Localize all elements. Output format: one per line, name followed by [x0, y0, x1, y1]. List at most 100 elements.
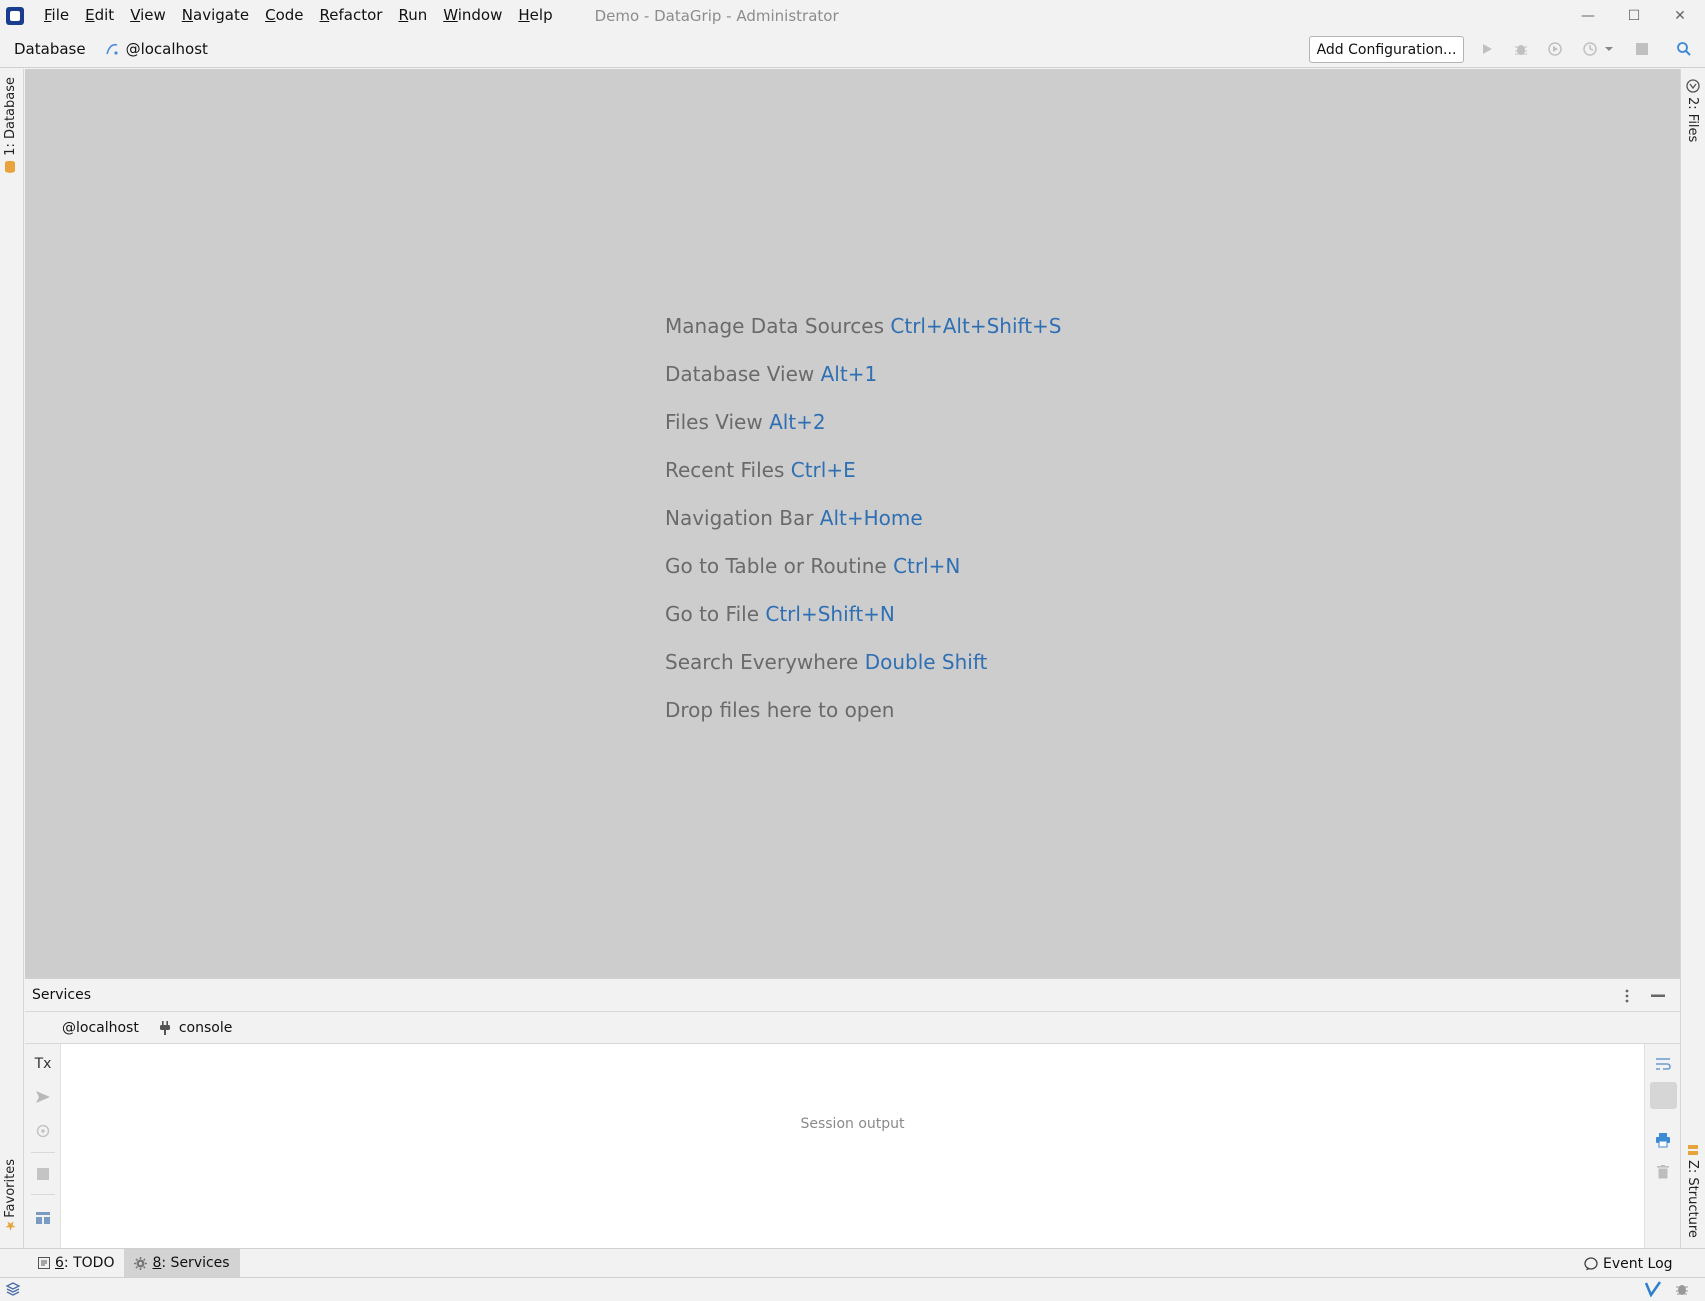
files-tool-tab[interactable]: 2: Files [1685, 79, 1700, 142]
hint-shortcut: Alt+1 [820, 362, 878, 386]
menu-code[interactable]: Code [257, 0, 311, 31]
event-log-button[interactable]: Event Log [1574, 1249, 1683, 1278]
stop-icon[interactable] [1632, 39, 1652, 59]
structure-tool-tab[interactable]: Z: Structure [1685, 1144, 1700, 1238]
menu-window-label: indow [457, 6, 503, 24]
rollback-icon[interactable] [33, 1121, 53, 1141]
inspection-widget-icon[interactable] [1674, 1281, 1690, 1297]
right-tool-strip: 2: Files Z: Structure [1680, 69, 1705, 1248]
tab-services[interactable]: 8: Services [124, 1248, 240, 1278]
breadcrumb-database-label: Database [14, 40, 86, 58]
toggle-tool-windows-icon[interactable] [5, 1281, 21, 1297]
services-tab-localhost[interactable]: @localhost [62, 1020, 139, 1036]
profiler-icon[interactable] [1580, 39, 1600, 59]
hint-shortcut: Alt+Home [819, 506, 923, 530]
tab-services-label: : Services [161, 1255, 230, 1271]
layout-icon[interactable] [33, 1208, 53, 1228]
datagrip-logo-icon[interactable] [6, 6, 24, 25]
menu-view-mnemonic: V [130, 6, 141, 24]
menu-view[interactable]: View [122, 0, 174, 31]
database-icon [5, 160, 16, 173]
breadcrumb-database[interactable]: Database [14, 40, 86, 58]
menu-navigate[interactable]: Navigate [174, 0, 257, 31]
favorites-tool-tab-label: Favorites [3, 1159, 18, 1218]
tab-todo[interactable]: 6: TODO [28, 1249, 124, 1278]
hint-shortcut: Ctrl+Shift+N [765, 602, 895, 626]
hint-manage-data-sources: Manage Data Sources Ctrl+Alt+Shift+S [665, 302, 1061, 350]
services-tab-console-label: console [178, 1019, 233, 1036]
hint-label: Files View [665, 410, 770, 434]
run-icon[interactable] [1477, 39, 1497, 59]
add-configuration-button[interactable]: Add Configuration... [1309, 36, 1464, 63]
hide-panel-icon[interactable] [1649, 987, 1667, 1005]
menu-help[interactable]: Help [510, 0, 560, 31]
menu-view-label: iew [140, 6, 166, 24]
chevron-down-icon[interactable] [1602, 39, 1616, 59]
debug-icon[interactable] [1511, 39, 1531, 59]
structure-icon [1687, 1145, 1698, 1155]
menu-run-label: un [408, 6, 428, 24]
left-tool-strip: 1: Database ★ Favorites [0, 69, 24, 1248]
menu-edit[interactable]: Edit [77, 0, 122, 31]
menu-navigate-mnemonic: N [181, 6, 194, 24]
menu-refactor[interactable]: Refactor [312, 0, 391, 31]
favorites-tool-tab[interactable]: ★ Favorites [3, 1159, 18, 1237]
stop-session-icon[interactable] [33, 1164, 53, 1184]
hint-shortcut: Ctrl+N [893, 554, 961, 578]
hint-label: Search Everywhere [665, 650, 865, 674]
hint-label: Manage Data Sources [665, 314, 891, 338]
minimize-icon: — [1581, 7, 1595, 24]
menu-refactor-mnemonic: R [319, 6, 330, 24]
clear-icon[interactable] [1653, 1162, 1673, 1182]
status-bar [0, 1277, 1705, 1301]
menu-file[interactable]: File [36, 0, 77, 31]
menu-refactor-label: efactor [329, 6, 383, 24]
hint-go-to-file: Go to File Ctrl+Shift+N [665, 590, 1061, 638]
title-bar: File Edit View Navigate Code Refactor Ru… [0, 0, 1705, 31]
vcs-widget-icon[interactable] [1644, 1281, 1662, 1298]
maximize-icon: ☐ [1627, 7, 1641, 24]
hint-label: Go to Table or Routine [665, 554, 894, 578]
menu-help-mnemonic: H [518, 6, 530, 24]
search-icon[interactable] [1674, 39, 1694, 59]
hint-label: Recent Files [665, 458, 791, 482]
files-icon [1685, 79, 1700, 93]
tab-todo-label: : TODO [63, 1255, 115, 1271]
services-tab-console[interactable]: console [159, 1019, 233, 1036]
editor-empty-area[interactable]: Manage Data Sources Ctrl+Alt+Shift+S Dat… [25, 69, 1680, 978]
breadcrumb-localhost[interactable]: @localhost [104, 40, 208, 58]
minimize-button[interactable]: — [1565, 0, 1611, 31]
gear-icon [134, 1256, 148, 1270]
hint-navigation-bar: Navigation Bar Alt+Home [665, 494, 1061, 542]
send-icon[interactable] [33, 1087, 53, 1107]
more-options-icon[interactable] [1619, 987, 1635, 1005]
transaction-mode-button[interactable]: Tx [33, 1054, 53, 1074]
hint-label: Navigation Bar [665, 506, 820, 530]
hint-label: Database View [665, 362, 821, 386]
menu-navigate-label: avigate [193, 6, 250, 24]
todo-icon [38, 1257, 50, 1269]
toolbar-divider [31, 1194, 55, 1195]
hint-shortcut: Ctrl+E [790, 458, 856, 482]
menu-file-label: ile [51, 6, 70, 24]
scroll-to-end-button[interactable] [1650, 1082, 1677, 1109]
breadcrumb-localhost-label: @localhost [125, 40, 208, 58]
print-icon[interactable] [1653, 1130, 1673, 1150]
event-log-icon [1584, 1256, 1598, 1270]
database-tool-tab[interactable]: 1: Database [3, 77, 18, 174]
tab-services-number: 8 [152, 1255, 162, 1271]
hint-shortcut: Ctrl+Alt+Shift+S [890, 314, 1062, 338]
menu-run-mnemonic: R [398, 6, 409, 24]
close-button[interactable]: ✕ [1657, 0, 1703, 31]
soft-wrap-icon[interactable] [1653, 1054, 1673, 1074]
menu-run[interactable]: Run [390, 0, 435, 31]
maximize-button[interactable]: ☐ [1611, 0, 1657, 31]
hint-database-view: Database View Alt+1 [665, 350, 1061, 398]
bottom-tool-tabs: 6: TODO 8: Services Event Log [0, 1248, 1705, 1278]
run-with-coverage-icon[interactable] [1545, 39, 1565, 59]
star-icon: ★ [3, 1217, 18, 1233]
hint-files-view: Files View Alt+2 [665, 398, 1061, 446]
services-panel-header: Services [25, 978, 1680, 1012]
menu-window[interactable]: Window [435, 0, 510, 31]
navigation-bar: Database @localhost Add Configuration... [0, 31, 1705, 68]
